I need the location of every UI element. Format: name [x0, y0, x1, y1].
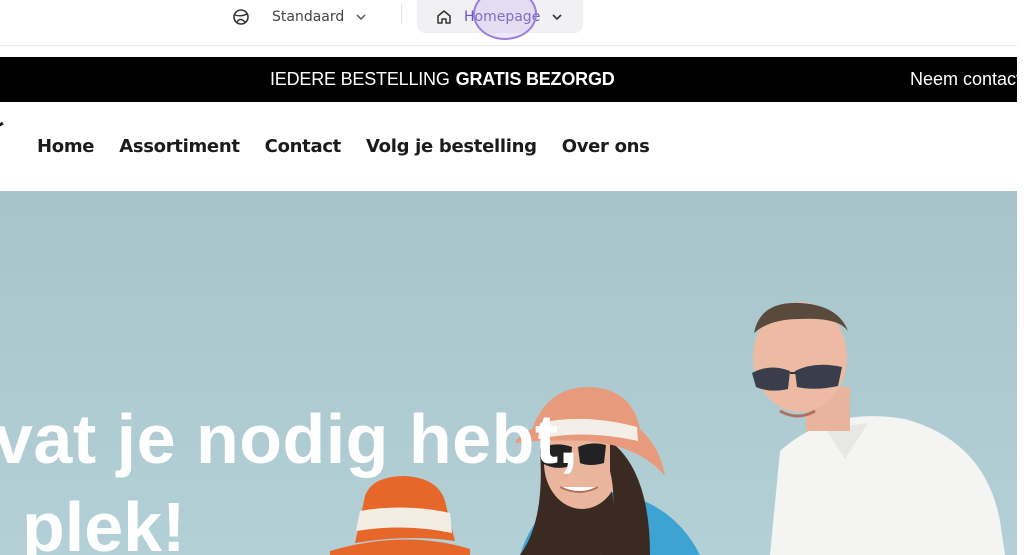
hero-banner: vat je nodig hebt, plek!	[0, 191, 1017, 555]
announcement-prefix: IEDERE BESTELLING	[270, 69, 450, 89]
nav-links: Home Assortiment Contact Volg je bestell…	[37, 102, 675, 191]
page-label: Homepage	[464, 8, 541, 25]
theme-label: Standaard	[272, 8, 345, 25]
hero-headline-line2: plek!	[22, 488, 186, 555]
viewport-edge	[1017, 0, 1024, 555]
editor-toolbar: Standaard Homepage	[0, 0, 1024, 46]
announcement-text: IEDERE BESTELLING GRATIS BEZORGD	[270, 57, 615, 102]
palette-icon	[232, 8, 250, 26]
theme-selector[interactable]: Standaard	[232, 0, 368, 33]
nav-item-assortiment[interactable]: Assortiment	[119, 136, 240, 157]
announcement-highlight: GRATIS BEZORGD	[455, 69, 615, 89]
chevron-down-icon	[354, 10, 368, 24]
nav-item-contact[interactable]: Contact	[265, 136, 342, 157]
main-navigation: Home Assortiment Contact Volg je bestell…	[0, 102, 1017, 191]
hero-headline-line1: vat je nodig hebt,	[0, 400, 579, 478]
home-icon	[435, 8, 453, 26]
announcement-contact-link[interactable]: Neem contact	[910, 57, 1017, 102]
logo-fragment	[0, 121, 9, 139]
chevron-down-icon	[550, 10, 564, 24]
nav-item-over-ons[interactable]: Over ons	[562, 136, 650, 157]
toolbar-divider	[401, 4, 402, 24]
nav-item-volg-bestelling[interactable]: Volg je bestelling	[366, 136, 537, 157]
page-selector[interactable]: Homepage	[417, 0, 583, 33]
announcement-bar: IEDERE BESTELLING GRATIS BEZORGD Neem co…	[0, 57, 1017, 102]
nav-item-home[interactable]: Home	[37, 136, 95, 157]
